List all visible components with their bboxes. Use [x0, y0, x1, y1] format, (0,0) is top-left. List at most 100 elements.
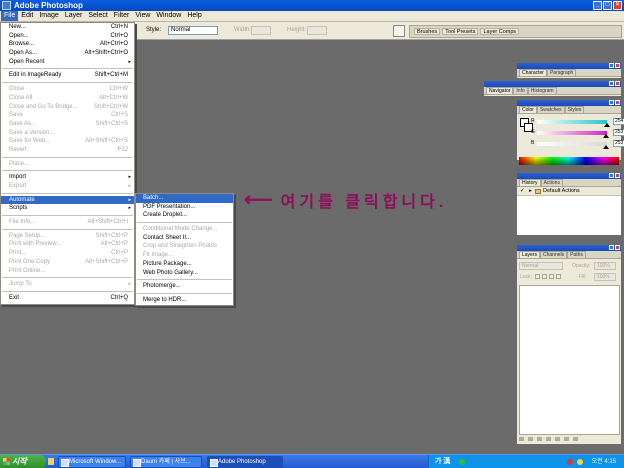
menu-item-picture-package[interactable]: Picture Package...	[136, 260, 233, 269]
tab-paragraph[interactable]: Paragraph	[546, 69, 577, 76]
tab-styles[interactable]: Styles	[564, 106, 585, 113]
menu-item-merge-to-hdr[interactable]: Merge to HDR...	[136, 296, 233, 305]
channel-value[interactable]: 254	[613, 118, 624, 125]
palette-titlebar[interactable]	[484, 81, 621, 87]
minimize-button[interactable]: _	[593, 1, 602, 10]
menu-item-photomerge[interactable]: Photomerge...	[136, 282, 233, 291]
menu-item-label: Revert	[9, 146, 27, 153]
tab-swatches[interactable]: Swatches	[536, 106, 565, 113]
menu-item-new[interactable]: New... Ctrl+N	[1, 23, 134, 32]
action-set-row[interactable]: ✓ ▸ Default Actions	[517, 187, 621, 196]
menu-item-label: Save As...	[9, 120, 37, 127]
trash-icon[interactable]	[573, 437, 578, 441]
tab-info[interactable]: Info	[513, 87, 528, 94]
layers-list[interactable]	[519, 285, 620, 435]
channel-value[interactable]: 253	[613, 129, 624, 136]
menu-item-open-as[interactable]: Open As... Alt+Shift+Ctrl+O	[1, 49, 134, 58]
ime-indicator[interactable]: 가 漢	[435, 455, 450, 468]
tab-navigator[interactable]: Navigator	[486, 87, 514, 94]
menu-item-contact-sheet-ii[interactable]: Contact Sheet II...	[136, 234, 233, 243]
menu-item-pdf-presentation[interactable]: PDF Presentation...	[136, 203, 233, 212]
adjustment-layer-icon[interactable]	[546, 437, 551, 441]
new-group-icon[interactable]	[555, 437, 560, 441]
folder-quicklaunch-icon[interactable]	[48, 458, 54, 465]
palette-titlebar[interactable]	[517, 100, 621, 106]
network-icon[interactable]	[459, 459, 465, 465]
brush-preset-icon[interactable]	[393, 25, 405, 37]
menu-item-web-photo-gallery[interactable]: Web Photo Gallery...	[136, 269, 233, 278]
taskbar-button[interactable]: Adobe Photoshop	[207, 456, 283, 468]
menu-item-place: Place...	[1, 160, 134, 169]
expand-triangle-icon[interactable]: ▸	[529, 187, 532, 196]
alert-icon[interactable]	[567, 459, 573, 465]
new-layer-icon[interactable]	[564, 437, 569, 441]
blend-mode-select[interactable]: Normal	[519, 262, 563, 270]
menu-item-open[interactable]: Open... Ctrl+O	[1, 32, 134, 41]
menu-window[interactable]: Window	[153, 11, 184, 21]
menu-item-create-droplet[interactable]: Create Droplet...	[136, 211, 233, 220]
style-select[interactable]: Normal	[168, 26, 218, 35]
palette-titlebar[interactable]	[517, 63, 621, 69]
menu-item-scripts[interactable]: Scripts ▸	[1, 204, 134, 213]
menu-filter[interactable]: Filter	[111, 11, 133, 21]
slider-thumb-icon[interactable]	[603, 145, 610, 149]
channel-value[interactable]: 253	[613, 140, 624, 147]
channel-slider[interactable]	[537, 131, 607, 135]
start-button[interactable]: 시작	[0, 455, 46, 468]
palette-titlebar[interactable]	[517, 173, 621, 179]
lock-transparency-icon[interactable]	[535, 274, 540, 279]
menu-item-edit-in-imageready[interactable]: Edit in ImageReady Shift+Ctrl+M	[1, 71, 134, 80]
menu-item-batch[interactable]: Batch...	[136, 194, 233, 203]
menu-edit[interactable]: Edit	[18, 11, 36, 21]
tab-color[interactable]: Color	[519, 106, 537, 113]
taskbar-button[interactable]: Microsoft Window...	[58, 456, 126, 468]
layer-mask-icon[interactable]	[537, 437, 542, 441]
maximize-button[interactable]: □	[603, 1, 612, 10]
tab-histogram[interactable]: Histogram	[527, 87, 557, 94]
menu-separator	[2, 68, 133, 70]
menu-item-close-and-go-to-bridge: Close and Go To Bridge... Shift+Ctrl+W	[1, 103, 134, 112]
channel-slider[interactable]	[537, 120, 607, 124]
menu-help[interactable]: Help	[184, 11, 204, 21]
palette-titlebar[interactable]	[517, 245, 621, 251]
menu-item-label: Print with Preview...	[9, 241, 62, 248]
menu-item-import[interactable]: Import ▸	[1, 173, 134, 182]
menu-file[interactable]: File	[1, 11, 19, 21]
slider-thumb-icon[interactable]	[603, 123, 610, 127]
menu-layer[interactable]: Layer	[62, 11, 86, 21]
lock-all-icon[interactable]	[556, 274, 561, 279]
menu-item-open-recent[interactable]: Open Recent ▸	[1, 58, 134, 67]
tab-channels[interactable]: Channels	[540, 251, 568, 258]
tab-character[interactable]: Character	[519, 69, 547, 76]
lock-image-icon[interactable]	[542, 274, 547, 279]
taskbar-button[interactable]: Daum 카페 | 사브...	[130, 456, 202, 468]
character-palette: Character Paragraph	[516, 62, 622, 79]
close-button[interactable]: ×	[613, 1, 622, 10]
menu-item-exit[interactable]: Exit Ctrl+Q	[1, 294, 134, 303]
menu-view[interactable]: View	[132, 11, 153, 21]
menu-item-revert: Revert F12	[1, 146, 134, 155]
layer-style-icon[interactable]	[528, 437, 533, 441]
check-icon[interactable]: ✓	[520, 187, 525, 196]
opacity-field[interactable]: 100%	[594, 262, 616, 270]
menu-item-label: Open...	[9, 32, 29, 39]
well-tab-brushes[interactable]: Brushes	[414, 28, 441, 35]
tab-paths[interactable]: Paths	[567, 251, 586, 258]
link-layers-icon[interactable]	[519, 437, 524, 441]
well-tab-tool-presets[interactable]: Tool Presets	[442, 28, 479, 35]
color-spectrum-bar[interactable]	[519, 157, 619, 165]
lock-position-icon[interactable]	[549, 274, 554, 279]
tab-layers[interactable]: Layers	[519, 251, 541, 258]
annotation-text: 여기를 클릭합니다.	[280, 194, 448, 211]
menu-item-browse[interactable]: Browse... Alt+Ctrl+O	[1, 40, 134, 49]
tab-actions[interactable]: Actions	[540, 179, 563, 186]
menu-image[interactable]: Image	[36, 11, 61, 21]
well-tab-layer-comps[interactable]: Layer Comps	[480, 28, 520, 35]
tab-history[interactable]: History	[519, 179, 541, 186]
slider-thumb-icon[interactable]	[603, 134, 610, 138]
channel-slider[interactable]	[537, 142, 607, 146]
volume-icon[interactable]	[577, 459, 583, 465]
menu-item-automate[interactable]: Automate ▸	[1, 195, 134, 205]
menu-select[interactable]: Select	[85, 11, 110, 21]
fill-field[interactable]: 100%	[594, 273, 616, 281]
